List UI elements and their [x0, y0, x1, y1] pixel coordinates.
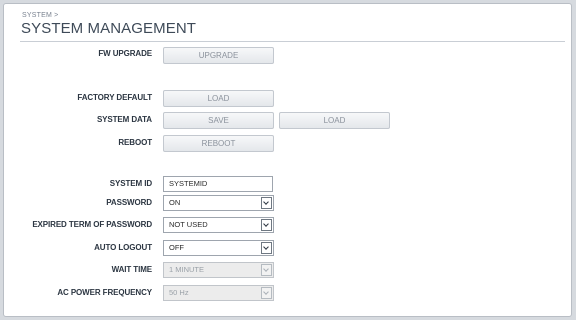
- fw-upgrade-label: FW UPGRADE: [98, 49, 152, 58]
- auto-logout-label: AUTO LOGOUT: [94, 243, 152, 252]
- chevron-down-icon: [261, 287, 272, 299]
- page-title: SYSTEM MANAGEMENT: [21, 20, 197, 37]
- breadcrumb[interactable]: SYSTEM >: [22, 12, 58, 19]
- system-data-save-button[interactable]: SAVE: [163, 112, 274, 129]
- system-id-value: SYSTEMID: [169, 179, 208, 188]
- chevron-down-icon[interactable]: [261, 242, 272, 254]
- chevron-down-icon[interactable]: [261, 219, 272, 231]
- factory-default-label: FACTORY DEFAULT: [77, 93, 152, 102]
- ac-power-frequency-value: 50 Hz: [169, 288, 189, 297]
- expired-term-value: NOT USED: [169, 220, 208, 229]
- title-divider: [20, 41, 565, 42]
- ac-power-frequency-select: 50 Hz: [163, 285, 274, 301]
- password-value: ON: [169, 198, 181, 207]
- reboot-label: REBOOT: [118, 138, 152, 147]
- wait-time-select: 1 MINUTE: [163, 262, 274, 278]
- wait-time-label: WAIT TIME: [111, 265, 153, 274]
- auto-logout-select[interactable]: OFF: [163, 240, 274, 256]
- password-label: PASSWORD: [106, 198, 152, 207]
- expired-term-select[interactable]: NOT USED: [163, 217, 274, 233]
- chevron-down-icon[interactable]: [261, 197, 272, 209]
- password-select[interactable]: ON: [163, 195, 274, 211]
- chevron-down-icon: [261, 264, 272, 276]
- upgrade-button[interactable]: UPGRADE: [163, 47, 274, 64]
- factory-default-load-button[interactable]: LOAD: [163, 90, 274, 107]
- auto-logout-value: OFF: [169, 243, 184, 252]
- expired-term-label: EXPIRED TERM OF PASSWORD: [32, 220, 152, 229]
- wait-time-value: 1 MINUTE: [169, 265, 205, 274]
- system-id-label: SYSTEM ID: [109, 179, 152, 188]
- system-data-load-button[interactable]: LOAD: [279, 112, 390, 129]
- system-data-label: SYSTEM DATA: [96, 115, 152, 124]
- ac-power-frequency-label: AC POWER FREQUENCY: [57, 288, 152, 297]
- reboot-button[interactable]: REBOOT: [163, 135, 274, 152]
- system-id-input[interactable]: SYSTEMID: [163, 176, 273, 192]
